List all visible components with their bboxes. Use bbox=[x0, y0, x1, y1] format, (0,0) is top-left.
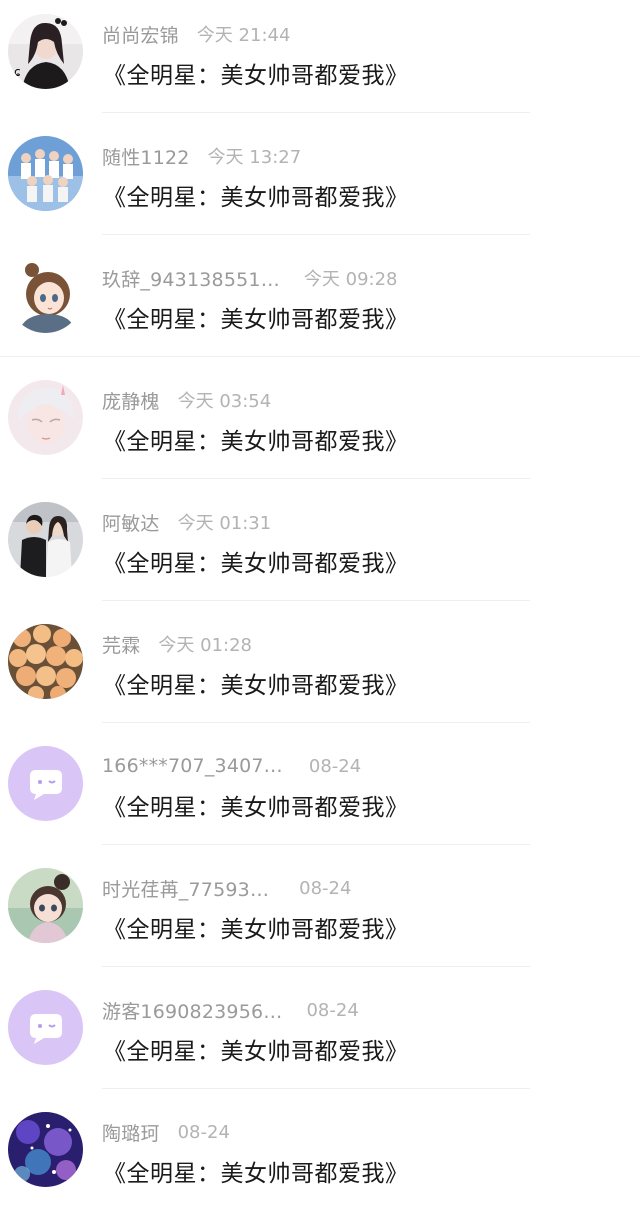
message-meta: 芫霖 今天 01:28 bbox=[102, 630, 252, 658]
message-time: 08-24 bbox=[306, 999, 359, 1021]
message-title[interactable]: 《全明星：美女帅哥都爱我》 bbox=[103, 666, 409, 700]
sender-name[interactable]: 游客1690823956… bbox=[102, 997, 282, 1024]
avatar[interactable]: ɕ bbox=[8, 14, 83, 89]
message-time: 今天 01:31 bbox=[177, 513, 272, 534]
avatar[interactable] bbox=[8, 746, 83, 821]
message-time: 08-24 bbox=[308, 755, 362, 777]
sender-name[interactable]: 庞静槐 bbox=[102, 387, 160, 414]
galaxy-flowers-avatar-icon bbox=[8, 1112, 83, 1187]
message-title[interactable]: 《全明星：美女帅哥都爱我》 bbox=[103, 1032, 409, 1066]
message-time: 今天 13:27 bbox=[207, 147, 302, 168]
message-meta: 陶璐珂 08-24 bbox=[102, 1118, 230, 1146]
sender-name[interactable]: 时光荏苒_77593… bbox=[102, 875, 269, 902]
avatar[interactable] bbox=[8, 1112, 83, 1187]
message-title[interactable]: 《全明星：美女帅哥都爱我》 bbox=[103, 422, 409, 456]
avatar[interactable] bbox=[8, 380, 83, 455]
sender-name[interactable]: 陶璐珂 bbox=[102, 1119, 160, 1146]
divider bbox=[102, 844, 530, 845]
message-meta: 游客1690823956… 08-24 bbox=[102, 996, 359, 1024]
avatar[interactable] bbox=[8, 502, 83, 577]
anime-girl-avatar-icon bbox=[8, 258, 83, 333]
message-title[interactable]: 《全明星：美女帅哥都爱我》 bbox=[103, 910, 409, 944]
girl-photo-avatar-icon: ɕ bbox=[8, 14, 83, 89]
sender-name[interactable]: 随性1122 bbox=[102, 143, 190, 170]
roses-avatar-icon bbox=[8, 624, 83, 699]
divider bbox=[102, 722, 530, 723]
anime-boy-avatar-icon bbox=[8, 380, 83, 455]
list-item[interactable]: 陶璐珂 08-24 《全明星：美女帅哥都爱我》 bbox=[0, 1098, 640, 1220]
message-meta: 庞静槐 今天 03:54 bbox=[102, 386, 271, 414]
default-chat-avatar-icon bbox=[8, 990, 83, 1065]
message-title[interactable]: 《全明星：美女帅哥都爱我》 bbox=[103, 56, 409, 90]
divider bbox=[102, 478, 530, 479]
message-meta: 玖辞_943138551… 今天 09:28 bbox=[102, 264, 398, 292]
message-title[interactable]: 《全明星：美女帅哥都爱我》 bbox=[103, 788, 409, 822]
message-meta: 尚尚宏锦 今天 21:44 bbox=[102, 20, 290, 48]
svg-text:ɕ: ɕ bbox=[14, 65, 21, 79]
avatar[interactable] bbox=[8, 990, 83, 1065]
list-item[interactable]: 庞静槐 今天 03:54 《全明星：美女帅哥都爱我》 bbox=[0, 366, 640, 488]
list-item[interactable]: 时光荏苒_77593… 08-24 《全明星：美女帅哥都爱我》 bbox=[0, 854, 640, 976]
avatar[interactable] bbox=[8, 624, 83, 699]
sender-name[interactable]: 尚尚宏锦 bbox=[102, 21, 179, 48]
message-time: 08-24 bbox=[177, 1121, 230, 1143]
message-time: 08-24 bbox=[299, 877, 352, 899]
message-time: 今天 09:28 bbox=[303, 269, 398, 290]
couple-photo-avatar-icon bbox=[8, 502, 83, 577]
sender-name[interactable]: 芫霖 bbox=[102, 631, 140, 658]
message-meta: 阿敏达 今天 01:31 bbox=[102, 508, 271, 536]
message-list: ɕ 尚尚宏锦 今天 21:44 《全明星：美女帅哥都爱我》 随性1122 今天 … bbox=[0, 0, 640, 1191]
group-photo-avatar-icon bbox=[8, 136, 83, 211]
list-item[interactable]: 166***707_3407… 08-24 《全明星：美女帅哥都爱我》 bbox=[0, 732, 640, 854]
message-time: 今天 01:28 bbox=[158, 635, 253, 656]
message-title[interactable]: 《全明星：美女帅哥都爱我》 bbox=[103, 178, 409, 212]
sender-name[interactable]: 阿敏达 bbox=[102, 509, 160, 536]
message-meta: 随性1122 今天 13:27 bbox=[102, 142, 301, 170]
divider bbox=[102, 1088, 530, 1089]
list-item[interactable]: 游客1690823956… 08-24 《全明星：美女帅哥都爱我》 bbox=[0, 976, 640, 1098]
message-title[interactable]: 《全明星：美女帅哥都爱我》 bbox=[103, 300, 409, 334]
sender-name[interactable]: 玖辞_943138551… bbox=[102, 265, 280, 292]
message-time: 今天 21:44 bbox=[196, 25, 291, 46]
avatar[interactable] bbox=[8, 868, 83, 943]
sender-name[interactable]: 166***707_3407… bbox=[102, 755, 283, 777]
message-title[interactable]: 《全明星：美女帅哥都爱我》 bbox=[103, 1154, 409, 1188]
default-chat-avatar-icon bbox=[8, 746, 83, 821]
message-meta: 时光荏苒_77593… 08-24 bbox=[102, 874, 351, 902]
list-item[interactable]: ɕ 尚尚宏锦 今天 21:44 《全明星：美女帅哥都爱我》 bbox=[0, 0, 640, 122]
message-title[interactable]: 《全明星：美女帅哥都爱我》 bbox=[103, 544, 409, 578]
message-time: 今天 03:54 bbox=[177, 391, 272, 412]
divider bbox=[102, 112, 530, 113]
divider bbox=[102, 234, 530, 235]
message-meta: 166***707_3407… 08-24 bbox=[102, 752, 361, 780]
list-item[interactable]: 芫霖 今天 01:28 《全明星：美女帅哥都爱我》 bbox=[0, 610, 640, 732]
avatar[interactable] bbox=[8, 136, 83, 211]
list-item[interactable]: 随性1122 今天 13:27 《全明星：美女帅哥都爱我》 bbox=[0, 122, 640, 244]
divider bbox=[0, 356, 640, 357]
doll-avatar-icon bbox=[8, 868, 83, 943]
list-item[interactable]: 阿敏达 今天 01:31 《全明星：美女帅哥都爱我》 bbox=[0, 488, 640, 610]
divider bbox=[102, 600, 530, 601]
avatar[interactable] bbox=[8, 258, 83, 333]
list-item[interactable]: 玖辞_943138551… 今天 09:28 《全明星：美女帅哥都爱我》 bbox=[0, 244, 640, 366]
divider bbox=[102, 966, 530, 967]
